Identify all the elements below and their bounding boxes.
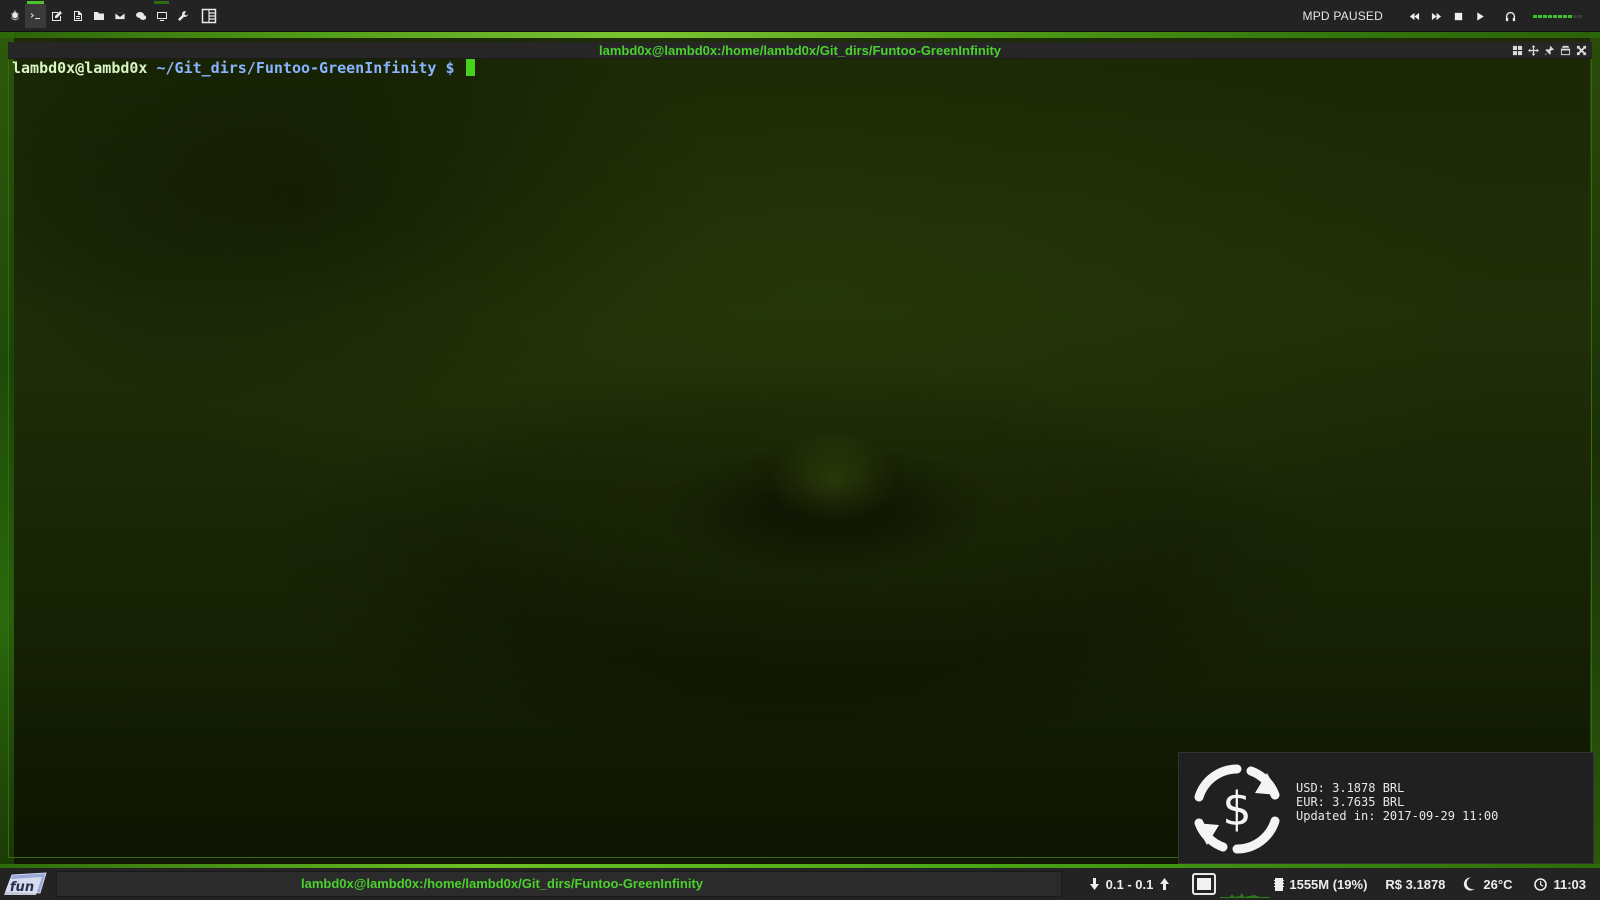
folder-icon xyxy=(93,12,104,20)
fast-forward-icon xyxy=(1431,12,1441,20)
media-panel: MPD PAUSED xyxy=(1303,0,1600,32)
maximize-icon xyxy=(1560,45,1571,55)
network-widget[interactable]: 0.1 - 0.1 xyxy=(1089,877,1171,892)
tile-button[interactable] xyxy=(1511,43,1524,57)
prompt-path: ~/Git_dirs/Funtoo-GreenInfinity xyxy=(156,59,437,77)
rewind-icon xyxy=(1409,12,1419,20)
tile-layout-icon xyxy=(201,8,217,24)
volume-segment xyxy=(1578,14,1582,18)
terminal-launcher[interactable] xyxy=(25,1,46,28)
power-icon xyxy=(10,10,19,21)
play-button[interactable] xyxy=(1469,0,1491,32)
volume-segment xyxy=(1538,14,1542,18)
svg-text:$: $ xyxy=(1222,782,1251,836)
rewind-button[interactable] xyxy=(1403,0,1425,32)
volume-segment xyxy=(1543,14,1547,18)
top-panel-accent xyxy=(0,32,1600,38)
bottom-panel: fun lambd0x@lambd0x:/home/lambd0x/Git_di… xyxy=(0,868,1600,900)
move-icon xyxy=(1528,44,1539,56)
pin-icon xyxy=(1544,45,1555,55)
taskbar-item-terminal[interactable]: lambd0x@lambd0x:/home/lambd0x/Git_dirs/F… xyxy=(56,871,1062,897)
memory-usage: 1555M (19%) xyxy=(1289,876,1368,892)
display-launcher[interactable] xyxy=(151,1,172,28)
cpu-graph xyxy=(1220,893,1271,898)
close-button[interactable] xyxy=(1575,43,1588,57)
clock-widget[interactable]: 11:03 xyxy=(1534,877,1586,892)
monitor-icon xyxy=(156,12,167,21)
cpu-icon xyxy=(1192,873,1217,895)
arrow-down-icon xyxy=(1089,878,1099,890)
layout-switcher[interactable] xyxy=(197,4,221,28)
edit-icon xyxy=(51,11,62,21)
window-controls xyxy=(1511,43,1588,57)
network-rate: 0.1 - 0.1 xyxy=(1105,876,1154,892)
power-launcher[interactable] xyxy=(4,4,25,28)
pin-button[interactable] xyxy=(1543,43,1556,57)
shell-prompt[interactable]: lambd0x@lambd0x ~/Git_dirs/Funtoo-GreenI… xyxy=(12,59,475,77)
text-cursor xyxy=(465,59,475,76)
clock-icon xyxy=(1534,877,1548,891)
prompt-user: lambd0x@lambd0x xyxy=(12,59,148,77)
audio-mixer-button[interactable] xyxy=(1499,0,1521,32)
volume-segment xyxy=(1548,14,1552,18)
terminal-title: lambd0x@lambd0x:/home/lambd0x/Git_dirs/F… xyxy=(598,43,1002,58)
status-widgets: 0.1 - 0.1 1555M (19%) R$ 3.1878 26°C 11:… xyxy=(1089,868,1600,900)
headphones-icon xyxy=(1505,11,1515,21)
move-button[interactable] xyxy=(1527,43,1540,57)
terminal-window[interactable] xyxy=(8,42,1592,858)
launcher-bar xyxy=(4,1,221,28)
usd-rate: USD: 3.1878 BRL xyxy=(1296,781,1405,795)
stop-button[interactable] xyxy=(1447,0,1469,32)
memory-icon xyxy=(1274,877,1285,891)
weather-widget[interactable]: 26°C xyxy=(1463,877,1512,892)
files-launcher[interactable] xyxy=(88,4,109,28)
stop-icon xyxy=(1454,12,1462,20)
top-panel: MPD PAUSED xyxy=(0,0,1600,32)
terminal-titlebar[interactable]: lambd0x@lambd0x:/home/lambd0x/Git_dirs/F… xyxy=(8,42,1592,59)
currency-exchange-icon: $ xyxy=(1194,764,1280,854)
tile-icon xyxy=(1512,45,1523,55)
currency-notification[interactable]: $ USD: 3.1878 BRL EUR: 3.7635 BRL Updated … xyxy=(1178,752,1594,864)
fast-forward-button[interactable] xyxy=(1425,0,1447,32)
document-launcher[interactable] xyxy=(67,4,88,28)
volume-segment xyxy=(1553,14,1557,18)
editor-launcher[interactable] xyxy=(46,4,67,28)
volume-segment xyxy=(1533,14,1537,18)
temperature: 26°C xyxy=(1483,876,1513,892)
currency-widget[interactable]: R$ 3.1878 xyxy=(1385,877,1445,892)
mail-icon xyxy=(114,12,125,20)
volume-segment xyxy=(1568,14,1572,18)
brl-rate: R$ 3.1878 xyxy=(1385,876,1446,892)
notification-body: USD: 3.1878 BRL EUR: 3.7635 BRL Updated in… xyxy=(1296,781,1498,823)
document-icon xyxy=(73,11,82,21)
taskbar-item-label: lambd0x@lambd0x:/home/lambd0x/Git_dirs/F… xyxy=(300,876,704,891)
tools-icon xyxy=(177,11,188,21)
mail-launcher[interactable] xyxy=(109,4,130,28)
play-icon xyxy=(1476,11,1484,21)
clock-time: 11:03 xyxy=(1553,876,1586,892)
moon-icon xyxy=(1464,877,1475,891)
eur-rate: EUR: 3.7635 BRL xyxy=(1296,795,1405,809)
chat-launcher[interactable] xyxy=(130,4,151,28)
maximize-button[interactable] xyxy=(1559,43,1572,57)
prompt-symbol: $ xyxy=(445,59,455,77)
volume-segment xyxy=(1558,14,1562,18)
volume-slider[interactable] xyxy=(1533,14,1582,18)
mpd-status: MPD PAUSED xyxy=(1302,9,1383,23)
close-icon xyxy=(1576,45,1587,55)
volume-segment xyxy=(1563,14,1567,18)
arrow-up-icon xyxy=(1160,878,1170,890)
memory-widget[interactable]: 1555M (19%) xyxy=(1274,877,1367,892)
update-time: Updated in: 2017-09-29 11:00 xyxy=(1296,809,1499,823)
settings-launcher[interactable] xyxy=(172,4,193,28)
volume-segment xyxy=(1573,14,1577,18)
chat-icon xyxy=(135,12,146,20)
terminal-icon xyxy=(30,13,40,19)
